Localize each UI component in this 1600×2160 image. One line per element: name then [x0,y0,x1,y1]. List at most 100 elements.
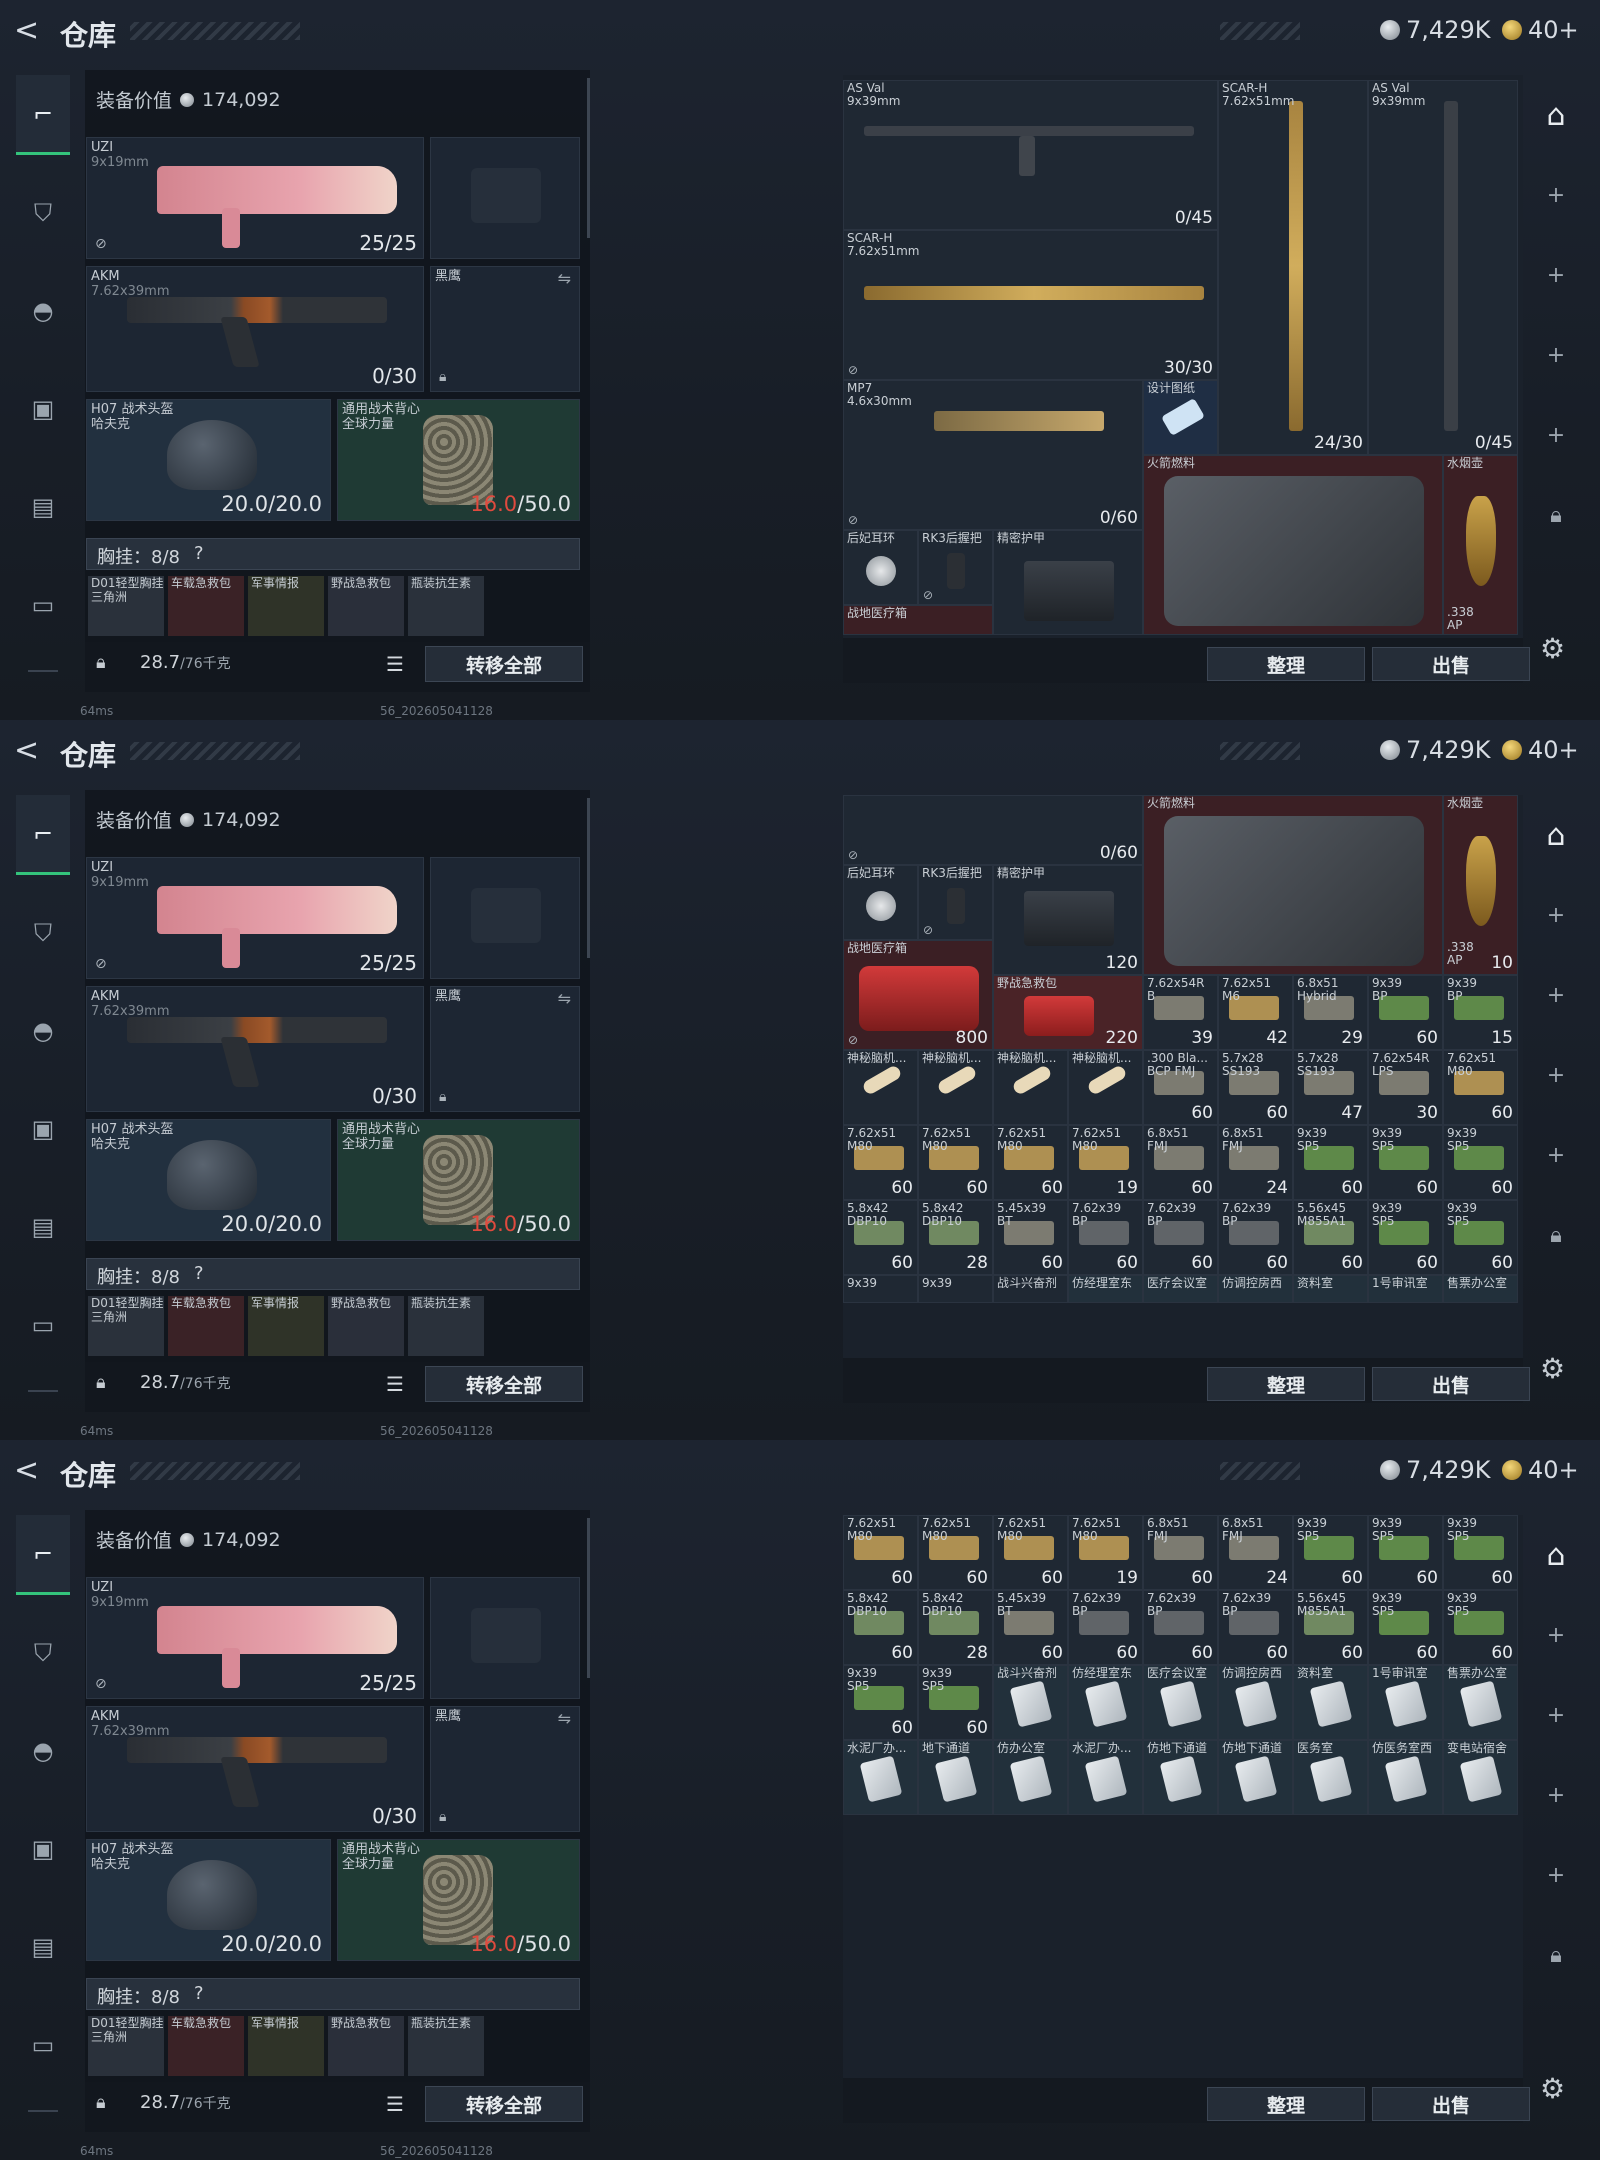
stash-item[interactable]: 仿办公室 [993,1740,1068,1815]
equipment-scrollbar[interactable] [587,1518,590,1678]
weapon-skin-slot[interactable]: 黑鹰 ⇋ 🔒︎ [430,266,580,392]
stash-item[interactable]: 1号审讯室 [1368,1665,1443,1740]
stash-item[interactable]: 地下通道 [918,1740,993,1815]
stash-item[interactable]: 后妃耳环 [843,865,918,940]
settings-gear-icon[interactable]: ⚙ [1540,2072,1565,2105]
vest-slot[interactable]: 通用战术背心 全球力量 16.0/50.0 [337,1119,580,1241]
vest-slot[interactable]: 通用战术背心 全球力量 16.0/50.0 [337,1839,580,1961]
lock-icon[interactable]: 🔒︎ [96,652,106,673]
stash-item[interactable]: AS Val 9x39mm 0/45 [1368,80,1518,455]
stash-item[interactable]: 7.62x51 M80 60 [918,1125,993,1200]
silver-currency[interactable]: 7,429K [1380,16,1490,44]
secondary-weapon-slot[interactable]: AKM 7.62x39mm 0/30 [86,1706,424,1832]
stash-item[interactable]: ⊘ 0/60 [843,795,1143,865]
lock-icon[interactable]: 🔒︎ [1530,1930,1582,1980]
warehouse-icon[interactable]: ⌂ [1530,1530,1582,1580]
stash-item[interactable]: 9x39 SP5 60 [1368,1515,1443,1590]
gold-currency[interactable]: 40+ [1502,736,1579,764]
stash-item[interactable]: 9x39 SP5 60 [1293,1515,1368,1590]
swap-icon[interactable]: ⇋ [558,1709,571,1728]
stash-item[interactable]: ⊘ MP7 4.6x30mm 0/60 [843,380,1143,530]
stash-item[interactable]: 5.8x42 DBP10 28 [918,1590,993,1665]
helmet-tab-icon[interactable]: ◓ [16,271,70,351]
add-stash-icon[interactable]: + [1530,330,1582,380]
helmet-slot[interactable]: H07 战术头盔 哈夫克 20.0/20.0 [86,1839,331,1961]
stash-item[interactable]: 9x39 SP5 60 [1293,1125,1368,1200]
sell-button[interactable]: 出售 [1372,647,1530,681]
stash-item[interactable]: 精密护甲 [993,530,1143,635]
stash-item[interactable]: 5.7x28 SS193 47 [1293,1050,1368,1125]
rig-tab-icon[interactable]: ▤ [16,1907,70,1987]
sort-button[interactable]: 整理 [1207,647,1365,681]
stash-item[interactable]: 6.8x51 FMJ 60 [1143,1125,1218,1200]
stash-item[interactable]: 7.62x51 M80 60 [993,1515,1068,1590]
stash-item[interactable]: 医疗会议室 [1143,1275,1218,1303]
stash-item[interactable]: 火箭燃料 [1143,795,1443,975]
gold-currency[interactable]: 40+ [1502,16,1579,44]
back-button[interactable]: < [14,14,48,48]
add-stash-icon[interactable]: + [1530,970,1582,1020]
stash-item[interactable]: 仿医务室西 [1368,1740,1443,1815]
equipment-scrollbar[interactable] [587,798,590,958]
chest-item[interactable]: 瓶装抗生素 [408,1296,484,1356]
settings-gear-icon[interactable]: ⚙ [1540,1352,1565,1385]
chest-item[interactable]: 瓶装抗生素 [408,576,484,636]
stash-item[interactable]: .338 AP 10 水烟壶 [1443,795,1518,975]
settings-gear-icon[interactable]: ⚙ [1540,632,1565,665]
chest-item[interactable]: D01轻型胸挂 三角洲 [88,576,164,636]
list-icon[interactable]: ☰ [386,652,404,676]
stash-item[interactable]: 9x39 [918,1275,993,1303]
chest-item[interactable]: 军事情报 [248,576,324,636]
case-tab-icon[interactable]: ▭ [16,2005,70,2085]
add-stash-icon[interactable]: + [1530,1610,1582,1660]
stash-item[interactable]: 战地医疗箱 [843,605,993,635]
list-icon[interactable]: ☰ [386,2092,404,2116]
stash-item[interactable]: 6.8x51 FMJ 60 [1143,1515,1218,1590]
stash-item[interactable]: 水泥厂办... [1068,1740,1143,1815]
stash-item[interactable]: 5.56x45 M855A1 60 [1293,1200,1368,1275]
stash-item[interactable]: ⊘ SCAR-H 7.62x51mm 30/30 [843,230,1218,380]
stash-item[interactable]: 设计图纸 [1143,380,1218,455]
rig-tab-icon[interactable]: ▤ [16,1187,70,1267]
stash-item[interactable]: 5.8x42 DBP10 60 [843,1590,918,1665]
silver-currency[interactable]: 7,429K [1380,736,1490,764]
chest-rig-bar[interactable]: 胸挂：8/8? [86,538,580,570]
transfer-all-button[interactable]: 转移全部 [425,646,583,682]
back-button[interactable]: < [14,734,48,768]
stash-item[interactable]: 6.8x51 Hybrid 29 [1293,975,1368,1050]
primary-weapon-slot[interactable]: UZI 9x19mm ⊘ 25/25 [86,857,424,979]
gold-currency[interactable]: 40+ [1502,1456,1579,1484]
stash-item[interactable]: 7.62x54R LPS 30 [1368,1050,1443,1125]
weapon-tab-icon[interactable]: ⌐ [16,795,70,875]
primary-weapon-slot[interactable]: UZI 9x19mm ⊘ 25/25 [86,137,424,259]
armor-tab-icon[interactable]: ⛉ [16,893,70,973]
stash-item[interactable]: .300 Bla... BCP FMJ 60 [1143,1050,1218,1125]
stash-item[interactable]: 神秘脑机... [1068,1050,1143,1125]
stash-item[interactable]: 9x39 SP5 60 [843,1665,918,1740]
backpack-tab-icon[interactable]: ▣ [16,369,70,449]
stash-item[interactable]: 7.62x51 M80 60 [843,1515,918,1590]
add-stash-icon[interactable]: + [1530,1690,1582,1740]
stash-item[interactable]: 7.62x51 M80 60 [1443,1050,1518,1125]
stash-item[interactable]: ⊘ 战地医疗箱 800 [843,940,993,1050]
weapon-tab-icon[interactable]: ⌐ [16,75,70,155]
lock-icon[interactable]: 🔒︎ [1530,490,1582,540]
swap-icon[interactable]: ⇋ [558,989,571,1008]
stash-item[interactable]: 7.62x51 M80 60 [993,1125,1068,1200]
rig-tab-icon[interactable]: ▤ [16,467,70,547]
stash-item[interactable]: 神秘脑机... [918,1050,993,1125]
case-tab-icon[interactable]: ▭ [16,1285,70,1365]
sidearm-slot[interactable] [430,857,580,979]
stash-item[interactable]: 1号审讯室 [1368,1275,1443,1303]
chest-item[interactable]: 军事情报 [248,1296,324,1356]
stash-item[interactable]: 医疗会议室 [1143,1665,1218,1740]
chest-item[interactable]: 车载急救包 [168,2016,244,2076]
stash-item[interactable]: 5.8x42 DBP10 60 [843,1200,918,1275]
stash-item[interactable]: ⊘ RK3后握把 [918,530,993,605]
add-stash-icon[interactable]: + [1530,890,1582,940]
sidearm-slot[interactable] [430,1577,580,1699]
stash-item[interactable]: 精密护甲 120 [993,865,1143,975]
silver-currency[interactable]: 7,429K [1380,1456,1490,1484]
sort-button[interactable]: 整理 [1207,1367,1365,1401]
helmet-slot[interactable]: H07 战术头盔 哈夫克 20.0/20.0 [86,1119,331,1241]
